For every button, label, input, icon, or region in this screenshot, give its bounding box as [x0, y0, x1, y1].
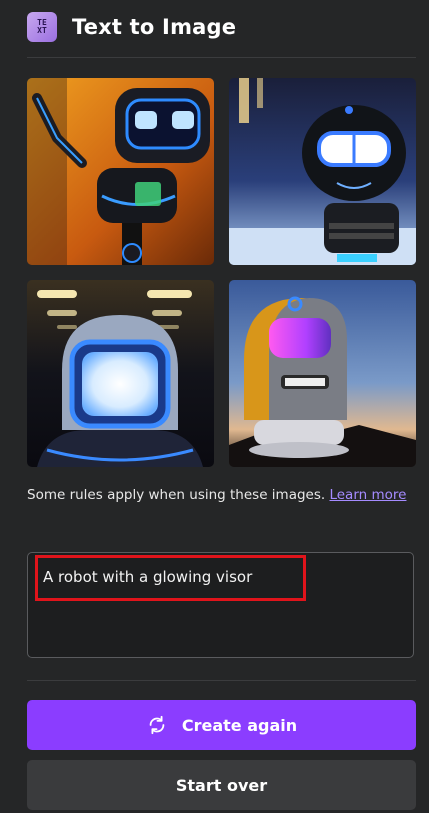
create-again-button[interactable]: Create again [27, 700, 416, 750]
panel-header: TE XT Text to Image [27, 10, 236, 44]
text-to-image-panel: TE XT Text to Image Some rules apply whe… [0, 0, 429, 813]
prompt-text: A robot with a glowing visor [43, 568, 253, 586]
learn-more-link[interactable]: Learn more [329, 487, 406, 503]
prompt-input[interactable]: A robot with a glowing visor [27, 552, 414, 658]
robot-image-4 [229, 280, 416, 467]
generated-image-1[interactable] [27, 78, 214, 265]
robot-image-1 [27, 78, 214, 265]
refresh-icon [149, 715, 165, 735]
create-again-label: Create again [181, 715, 298, 735]
robot-image-2 [229, 78, 416, 265]
header-divider [27, 57, 416, 58]
app-icon-letters-bottom: XT [37, 26, 47, 35]
page-title: Text to Image [72, 15, 237, 39]
actions-divider [27, 680, 416, 681]
robot-image-3 [27, 280, 214, 467]
generated-image-3[interactable] [27, 280, 214, 467]
usage-rules-text: Some rules apply when using these images… [27, 483, 407, 508]
usage-rules-label: Some rules apply when using these images… [27, 487, 330, 503]
start-over-label: Start over [175, 775, 268, 795]
start-over-button[interactable]: Start over [27, 760, 416, 810]
generated-image-2[interactable] [229, 78, 416, 265]
text-to-image-app-icon: TE XT [27, 12, 57, 42]
app-icon-letters: TE XT [37, 19, 47, 35]
generated-image-4[interactable] [229, 280, 416, 467]
